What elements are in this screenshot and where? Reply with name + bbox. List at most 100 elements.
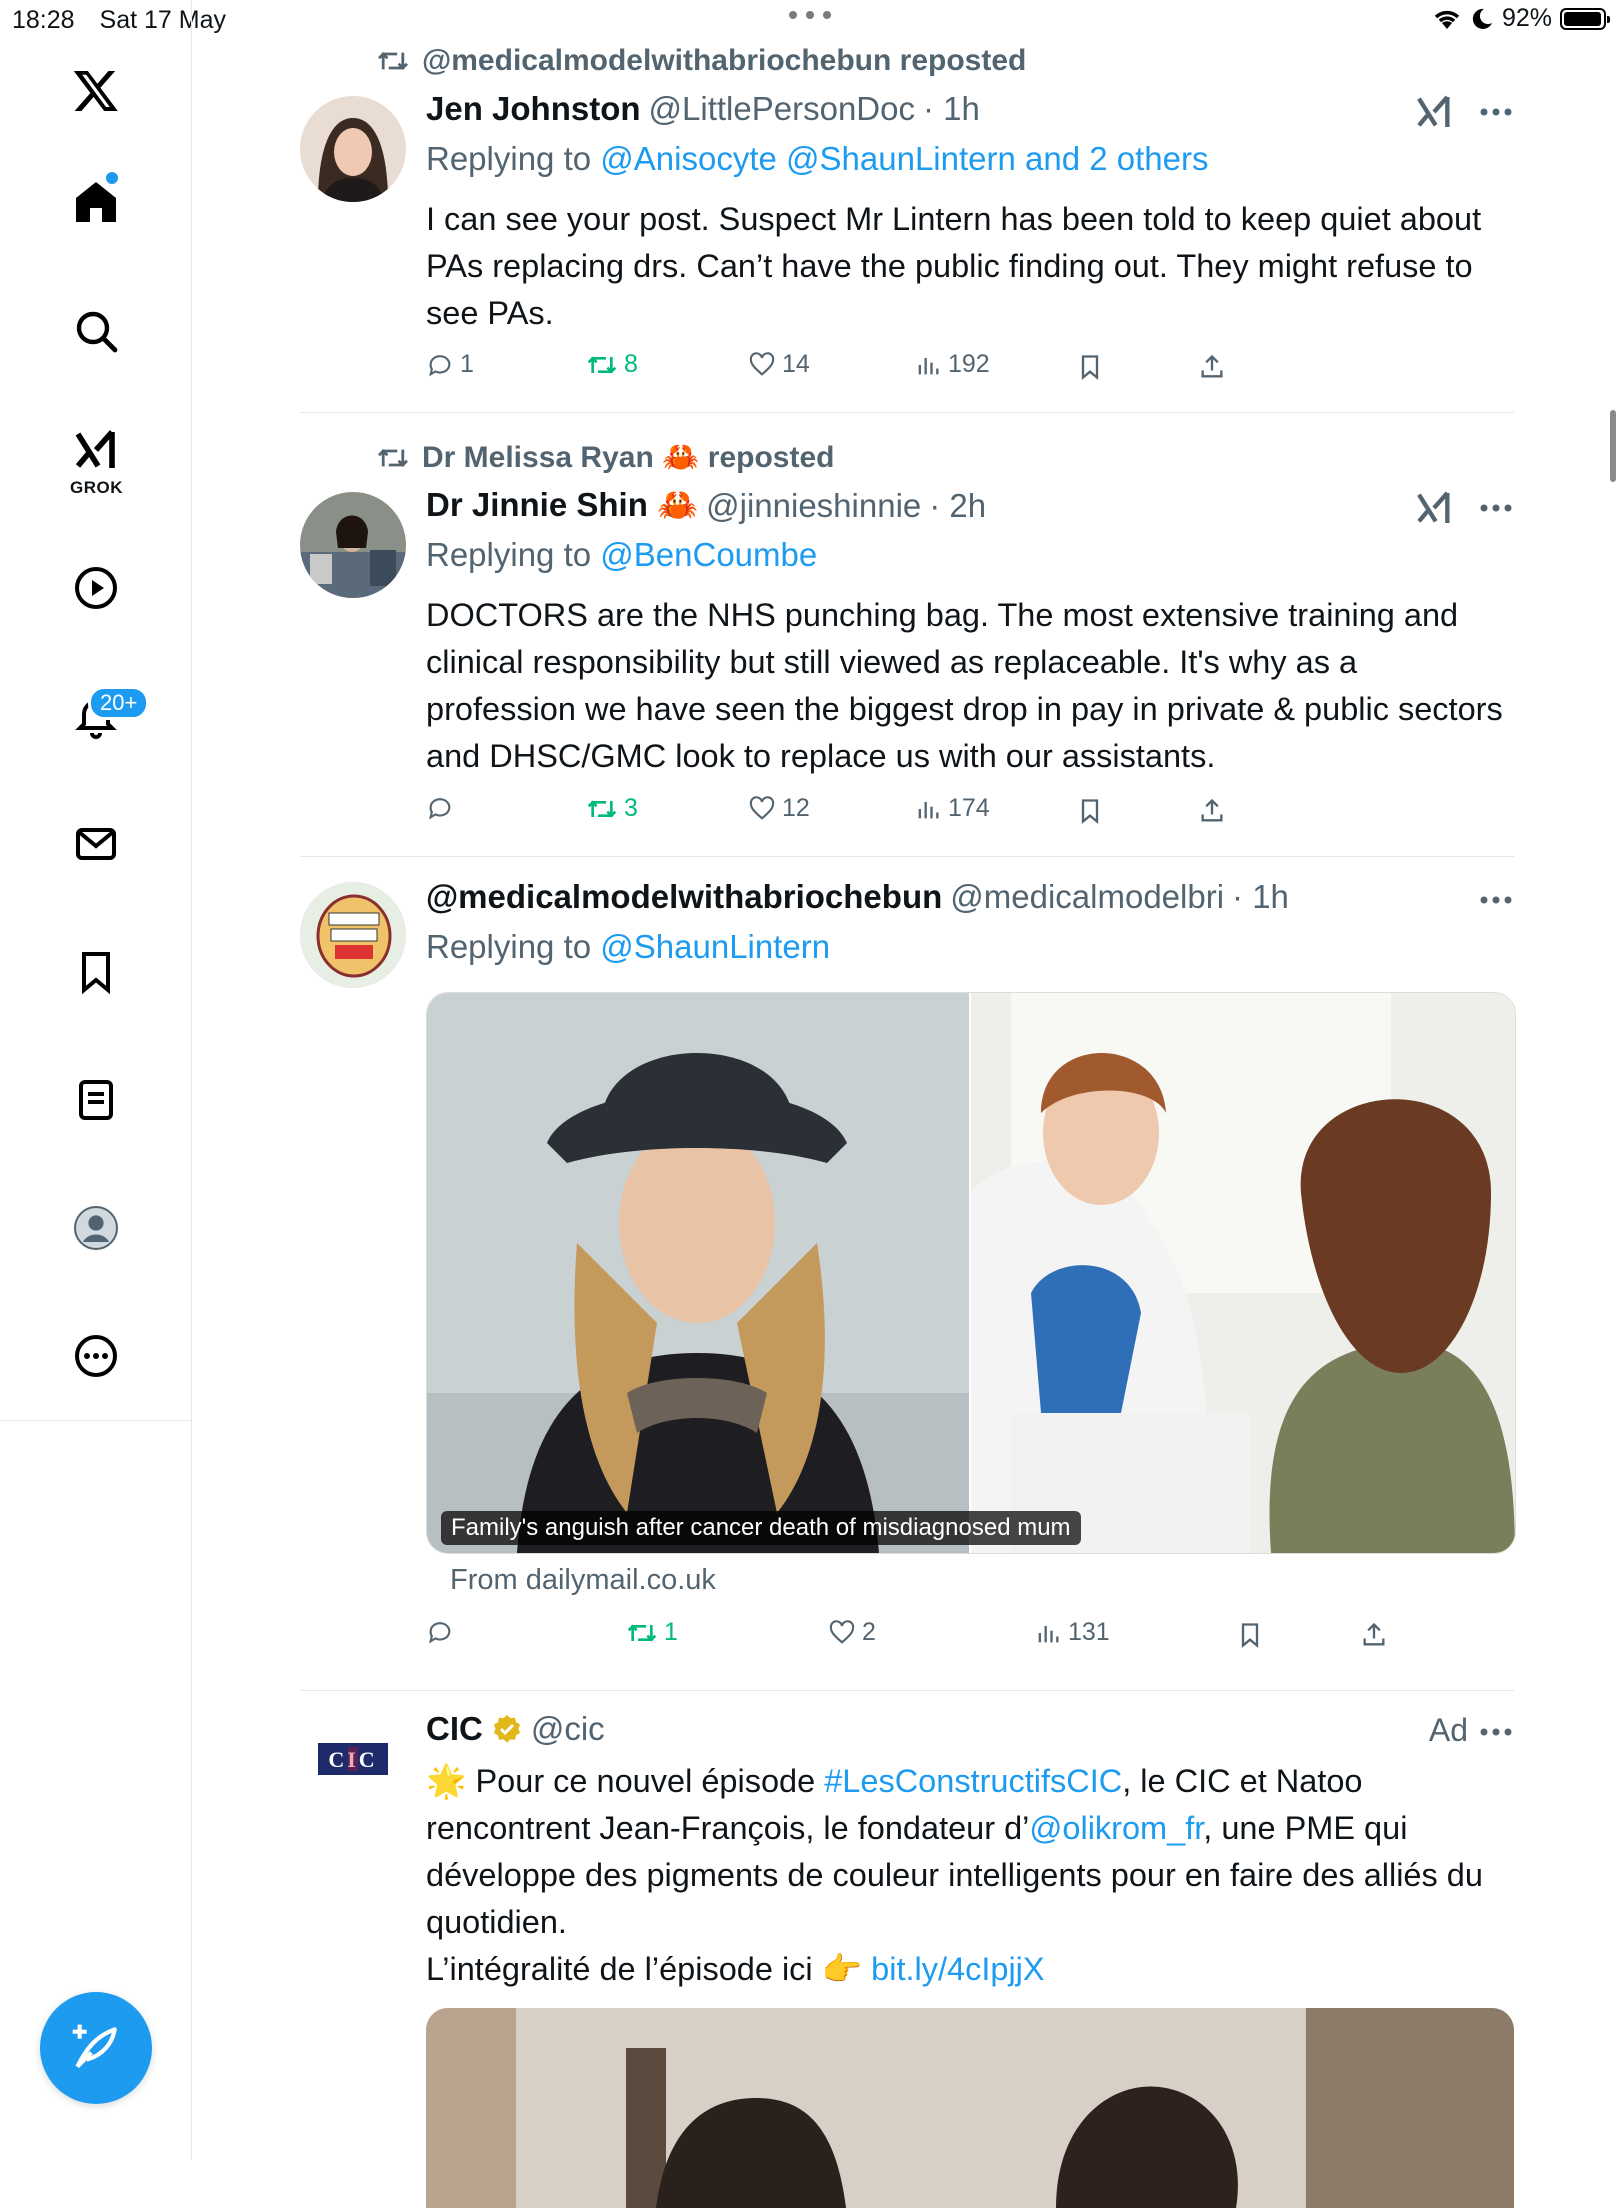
tweet-header: CIC @cic (426, 1710, 605, 1748)
grok-explain-icon[interactable] (1414, 92, 1454, 132)
more-options-icon[interactable] (1478, 106, 1514, 118)
bookmark-icon[interactable] (1076, 796, 1104, 826)
author-name[interactable]: Jen Johnston (426, 90, 641, 128)
more-options-circle-icon[interactable] (70, 1330, 122, 1382)
tweet-header: Jen Johnston @LittlePersonDoc · 1h (426, 90, 980, 128)
status-right: 92% (1432, 4, 1610, 33)
replying-to-links[interactable]: @BenCoumbe (600, 536, 817, 573)
replying-to-links[interactable]: @Anisocyte @ShaunLintern and 2 others (600, 140, 1208, 177)
like-button[interactable]: 14 (748, 350, 810, 379)
heart-icon (749, 351, 775, 376)
tweet-actions: 3 12 174 (426, 794, 1506, 834)
post-time[interactable]: · 1h (923, 90, 980, 128)
replying-to-links[interactable]: @ShaunLintern (600, 928, 830, 965)
post-time[interactable]: · 1h (1232, 878, 1289, 916)
grok-label: GROK (70, 478, 123, 497)
reply-button[interactable] (426, 1618, 460, 1646)
reply-button[interactable]: 1 (426, 350, 474, 379)
search-icon[interactable] (70, 305, 122, 357)
bookmark-icon[interactable] (1236, 1620, 1264, 1650)
author-handle[interactable]: @cic (531, 1710, 605, 1748)
author-handle[interactable]: @jinnieshinnie (706, 487, 921, 525)
media-photo-doctor (971, 993, 1515, 1553)
author-handle[interactable]: @LittlePersonDoc (649, 90, 915, 128)
tweet-divider (300, 856, 1514, 857)
heart-icon (829, 1619, 855, 1644)
moon-icon (1472, 8, 1492, 29)
author-name[interactable]: @medicalmodelwithabriochebun (426, 878, 942, 916)
grok-explain-icon[interactable] (1414, 488, 1454, 528)
home-icon[interactable] (70, 176, 122, 228)
views-chart-icon (1038, 1625, 1059, 1642)
tweet-divider (300, 412, 1514, 413)
like-button[interactable]: 2 (828, 1618, 876, 1647)
verified-gold-badge-icon (493, 1715, 520, 1743)
share-icon[interactable] (1198, 796, 1226, 826)
repost-indicator: Dr Melissa Ryan 🦀 reposted (376, 440, 835, 475)
lists-icon[interactable] (70, 1074, 122, 1126)
status-bar: 18:28 Sat 17 May 92% (0, 0, 1620, 40)
replying-prefix: Replying to (426, 140, 592, 177)
share-icon[interactable] (1360, 1620, 1388, 1650)
notifications-badge: 20+ (88, 686, 150, 720)
views-chart-icon (918, 357, 939, 374)
more-options-icon[interactable] (1478, 894, 1514, 906)
views-count: 131 (1068, 1618, 1110, 1646)
hashtag-link[interactable]: #LesConstructifsCIC (824, 1763, 1122, 1799)
replying-to: Replying to @Anisocyte @ShaunLintern and… (426, 140, 1208, 178)
tweet-header: Dr Jinnie Shin 🦀 @jinnieshinnie · 2h (426, 486, 986, 525)
views-chart-icon (918, 801, 939, 818)
link-card-image[interactable]: Family's anguish after cancer death of m… (426, 992, 1516, 1554)
author-name[interactable]: Dr Jinnie Shin 🦀 (426, 486, 698, 525)
bookmarks-icon[interactable] (70, 946, 122, 998)
replying-to: Replying to @BenCoumbe (426, 536, 817, 574)
compose-post-button[interactable] (40, 1992, 152, 2104)
reply-button[interactable] (426, 794, 460, 822)
avatar[interactable] (300, 492, 406, 598)
views-button[interactable]: 174 (914, 794, 990, 823)
replying-prefix: Replying to (426, 928, 592, 965)
media-caption: Family's anguish after cancer death of m… (441, 1511, 1081, 1545)
link-source[interactable]: From dailymail.co.uk (450, 1564, 716, 1597)
repost-button[interactable]: 8 (586, 350, 638, 379)
ad-video-thumbnail (426, 2008, 1514, 2208)
repost-icon (378, 448, 408, 467)
ad-video-media[interactable] (426, 2008, 1514, 2208)
media-photo-woman-hat (427, 993, 969, 1553)
replying-to: Replying to @ShaunLintern (426, 928, 830, 966)
sidebar-divider (0, 1420, 192, 1421)
heart-icon (749, 795, 775, 820)
share-icon[interactable] (1198, 352, 1226, 382)
multitasking-dots-icon[interactable] (788, 10, 832, 20)
more-options-icon[interactable] (1478, 1726, 1514, 1738)
views-count: 174 (948, 794, 990, 822)
bookmark-icon[interactable] (1076, 352, 1104, 382)
post-time[interactable]: · 2h (929, 487, 986, 525)
repost-button[interactable]: 1 (626, 1618, 678, 1647)
more-options-icon[interactable] (1478, 502, 1514, 514)
like-button[interactable]: 12 (748, 794, 810, 823)
grok-icon[interactable] (70, 424, 122, 476)
avatar[interactable]: CIC (300, 1724, 406, 1794)
short-link[interactable]: bit.ly/4cIpjjX (871, 1951, 1044, 1987)
avatar[interactable] (300, 96, 406, 202)
video-play-icon[interactable] (70, 562, 122, 614)
profile-avatar-icon[interactable] (70, 1202, 122, 1254)
repost-button[interactable]: 3 (586, 794, 638, 823)
messages-envelope-icon[interactable] (70, 818, 122, 870)
ad-label: Ad (1428, 1712, 1468, 1748)
battery-icon (1560, 7, 1610, 30)
tweet-header: @medicalmodelwithabriochebun @medicalmod… (426, 878, 1289, 916)
scrollbar[interactable] (1610, 410, 1616, 482)
tweet-text: 🌟 Pour ce nouvel épisode #LesConstructif… (426, 1758, 1506, 1993)
repost-icon (587, 355, 617, 374)
repost-icon (587, 799, 617, 818)
repost-text: Dr Melissa Ryan 🦀 reposted (422, 441, 835, 474)
views-button[interactable]: 192 (914, 350, 990, 379)
x-logo-icon[interactable] (70, 64, 122, 116)
author-handle[interactable]: @medicalmodelbri (950, 878, 1224, 916)
author-name[interactable]: CIC (426, 1710, 483, 1748)
avatar[interactable] (300, 882, 406, 988)
mention-link[interactable]: @olikrom_fr (1029, 1810, 1203, 1846)
views-button[interactable]: 131 (1034, 1618, 1110, 1647)
